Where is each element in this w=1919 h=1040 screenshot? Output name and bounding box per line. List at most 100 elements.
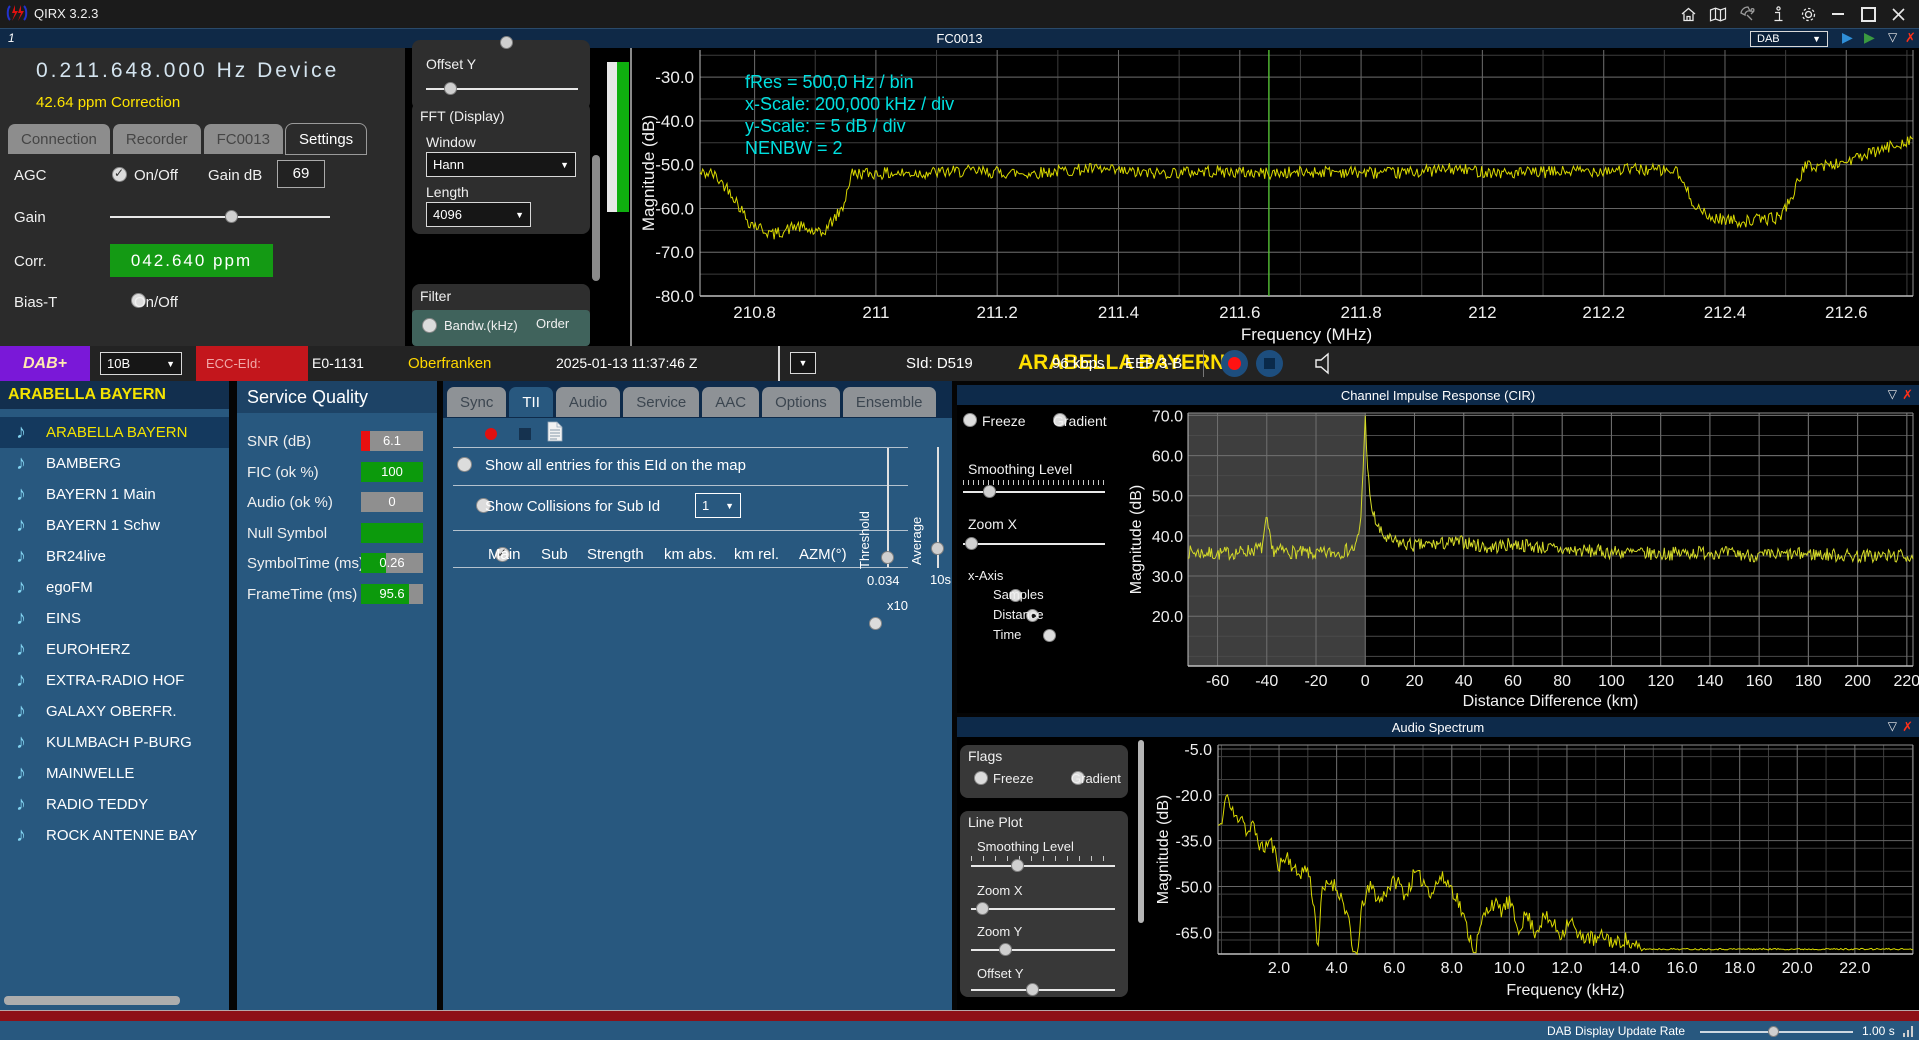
- list-item[interactable]: ♪GALAXY OBERFR.: [0, 696, 229, 727]
- gear-icon[interactable]: [1793, 2, 1823, 26]
- info-icon[interactable]: [1763, 2, 1793, 26]
- cir-zoom-x-slider[interactable]: [963, 543, 1105, 545]
- bar-splitter[interactable]: [778, 346, 780, 381]
- station-list-hscrollbar[interactable]: [4, 996, 180, 1005]
- cir-zoom-x-slider-thumb[interactable]: [965, 537, 978, 550]
- audio-spectrum-plot[interactable]: 2.04.06.08.010.012.014.016.018.020.022.0…: [1152, 737, 1919, 1010]
- document-icon[interactable]: [547, 421, 563, 445]
- list-item[interactable]: ♪ARABELLA BAYERN: [0, 417, 229, 448]
- stop-button[interactable]: [1256, 350, 1283, 377]
- average-slider[interactable]: [937, 447, 939, 568]
- bandwidth-radio[interactable]: [422, 318, 437, 333]
- tab-settings[interactable]: Settings: [286, 124, 366, 154]
- gain-slider-thumb[interactable]: [225, 210, 238, 223]
- cir-smoothing-slider-thumb[interactable]: [983, 485, 996, 498]
- audio-offset-y-slider[interactable]: [971, 989, 1115, 991]
- average-slider-thumb[interactable]: [931, 542, 944, 555]
- tab-options[interactable]: Options: [762, 387, 840, 417]
- tab-sync[interactable]: Sync: [447, 387, 506, 417]
- satellite-icon[interactable]: [1733, 2, 1763, 26]
- close-audio-button[interactable]: ✗: [1902, 719, 1913, 735]
- list-item[interactable]: ♪MAINWELLE: [0, 758, 229, 789]
- minimize-button[interactable]: [1823, 2, 1853, 26]
- mode-select-dropdown[interactable]: DAB▼: [1750, 31, 1828, 47]
- fft-window-dropdown[interactable]: Hann▼: [426, 152, 576, 177]
- tab-recorder[interactable]: Recorder: [113, 124, 201, 154]
- list-item[interactable]: ♪EINS: [0, 603, 229, 634]
- tii-column-header[interactable]: Strength: [587, 546, 644, 563]
- cir-xaxis-time-radio[interactable]: [1043, 629, 1056, 642]
- record-dot-icon[interactable]: [485, 428, 497, 440]
- gain-db-field[interactable]: 69: [277, 160, 325, 188]
- threshold-slider[interactable]: [887, 448, 889, 567]
- cir-smoothing-slider[interactable]: [963, 491, 1105, 493]
- list-item[interactable]: ♪BAMBERG: [0, 448, 229, 479]
- show-all-entries-radio[interactable]: [457, 457, 472, 472]
- update-rate-slider[interactable]: [1700, 1031, 1853, 1033]
- scrolled-slider-thumb[interactable]: [500, 36, 513, 49]
- service-dropdown[interactable]: ▼: [790, 352, 816, 374]
- cir-plot[interactable]: -60-40-200204060801001201401601802002202…: [1117, 409, 1919, 713]
- speaker-icon[interactable]: [1312, 351, 1338, 379]
- home-icon[interactable]: [1673, 2, 1703, 26]
- play-green-button[interactable]: ▶: [1864, 29, 1875, 46]
- list-item[interactable]: ♪BR24live: [0, 541, 229, 572]
- tab-audio[interactable]: Audio: [556, 387, 620, 417]
- x10-radio[interactable]: [869, 617, 882, 630]
- collapse-audio-button[interactable]: ▽: [1888, 719, 1897, 733]
- offset-y-slider-thumb[interactable]: [444, 82, 457, 95]
- agc-onoff-radio[interactable]: [112, 167, 127, 182]
- audio-smoothing-slider-thumb[interactable]: [1011, 859, 1024, 872]
- offset-y-slider[interactable]: [426, 88, 578, 90]
- collapse-spectrum-button[interactable]: ▽: [1888, 30, 1897, 44]
- channel-dropdown[interactable]: 10B▼: [100, 352, 182, 375]
- close-button[interactable]: [1883, 2, 1913, 26]
- tab-connection[interactable]: Connection: [8, 124, 110, 154]
- close-cir-button[interactable]: ✗: [1902, 387, 1913, 403]
- threshold-slider-thumb[interactable]: [881, 551, 894, 564]
- play-blue-button[interactable]: ▶: [1842, 29, 1853, 46]
- list-item[interactable]: ♪BAYERN 1 Schw: [0, 510, 229, 541]
- list-item[interactable]: ♪EXTRA-RADIO HOF: [0, 665, 229, 696]
- list-item[interactable]: ♪BAYERN 1 Main: [0, 479, 229, 510]
- audio-smoothing-slider[interactable]: [971, 865, 1115, 867]
- list-item[interactable]: ♪egoFM: [0, 572, 229, 603]
- tii-column-header[interactable]: AZM(°): [799, 546, 847, 563]
- fft-length-dropdown[interactable]: 4096▼: [426, 202, 531, 227]
- record-button[interactable]: [1221, 350, 1248, 377]
- audio-panel-scrollbar[interactable]: [1138, 740, 1144, 923]
- tab-fc0013[interactable]: FC0013: [204, 124, 283, 154]
- tii-column-header[interactable]: km abs.: [664, 546, 717, 563]
- divider: [453, 485, 908, 486]
- list-item[interactable]: ♪RADIO TEDDY: [0, 789, 229, 820]
- rf-spectrum-plot[interactable]: 210.8211211.2211.4211.6211.8212212.2212.…: [632, 48, 1919, 346]
- audio-zoom-y-slider-thumb[interactable]: [999, 943, 1012, 956]
- gain-slider[interactable]: [110, 216, 330, 218]
- close-spectrum-button[interactable]: ✗: [1905, 30, 1916, 46]
- map-icon[interactable]: [1703, 2, 1733, 26]
- audio-zoom-y-slider[interactable]: [971, 949, 1115, 951]
- audio-offset-y-slider-thumb[interactable]: [1026, 983, 1039, 996]
- tab-ensemble[interactable]: Ensemble: [843, 387, 936, 417]
- corr-value-display: 042.640 ppm: [110, 244, 273, 277]
- maximize-button[interactable]: [1853, 2, 1883, 26]
- tii-column-header[interactable]: Main: [488, 546, 521, 563]
- tab-aac[interactable]: AAC: [702, 387, 759, 417]
- update-rate-slider-thumb[interactable]: [1768, 1026, 1779, 1037]
- audio-zoom-x-slider[interactable]: [971, 908, 1115, 910]
- list-item[interactable]: ♪EUROHERZ: [0, 634, 229, 665]
- sub-id-dropdown[interactable]: 1▼: [695, 493, 741, 518]
- tii-column-header[interactable]: km rel.: [734, 546, 779, 563]
- list-item[interactable]: ♪KULMBACH P-BURG: [0, 727, 229, 758]
- tab-tii[interactable]: TII: [509, 387, 553, 417]
- stop-square-icon[interactable]: [519, 428, 531, 440]
- resize-grip-icon[interactable]: [1903, 1024, 1915, 1040]
- collapse-cir-button[interactable]: ▽: [1888, 387, 1897, 401]
- list-item[interactable]: ♪ROCK ANTENNE BAY: [0, 820, 229, 851]
- audio-freeze-radio[interactable]: [974, 771, 988, 785]
- controls-scrollbar[interactable]: [592, 155, 600, 281]
- cir-freeze-radio[interactable]: [963, 413, 977, 427]
- tii-column-header[interactable]: Sub: [541, 546, 568, 563]
- tab-service[interactable]: Service: [623, 387, 699, 417]
- audio-zoom-x-slider-thumb[interactable]: [976, 902, 989, 915]
